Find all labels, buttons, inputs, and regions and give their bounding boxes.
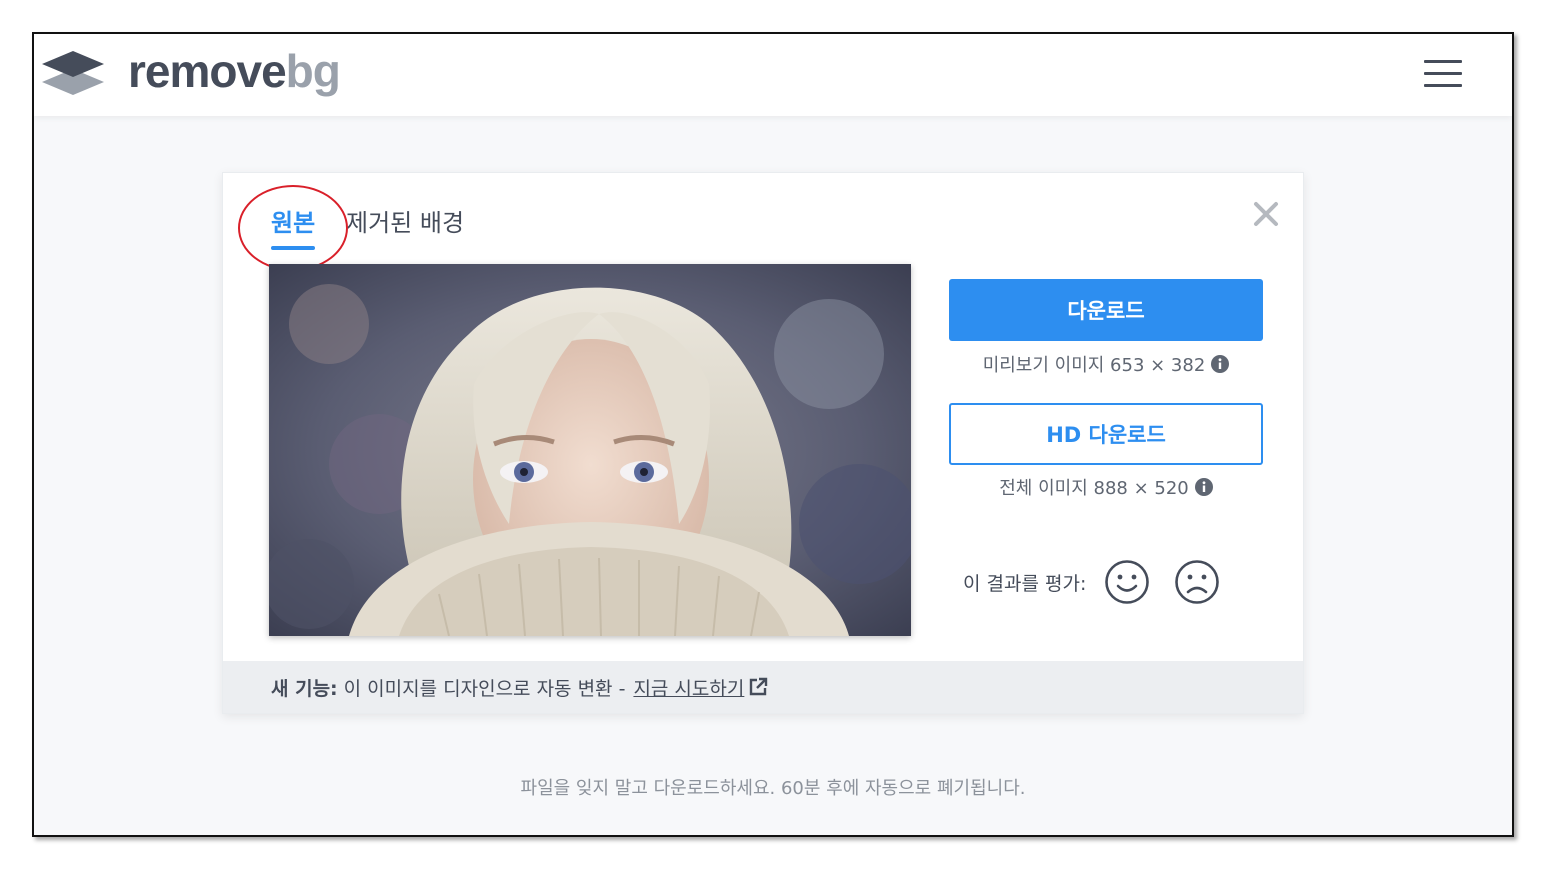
tab-original[interactable]: 원본 [271,203,316,250]
download-button[interactable]: 다운로드 [949,279,1263,341]
new-feature-bar: 새 기능: 이 이미지를 디자인으로 자동 변환 - 지금 시도하기 [223,661,1303,713]
menu-icon[interactable] [1424,58,1464,90]
original-image-preview [269,264,911,636]
full-image-size: 전체 이미지 888 × 520 [999,478,1189,499]
new-feature-text: 이 이미지를 디자인으로 자동 변환 - [343,677,626,700]
logo-wordmark-bg: bg [285,45,341,97]
result-card: 원본 제거된 배경 다운로드 미리보기 이미지 653 × 382 HD 다운로… [222,172,1304,714]
logo[interactable]: removebg [40,45,341,98]
new-feature-label: 새 기능: [271,677,338,700]
info-icon[interactable] [1194,478,1213,496]
preview-image-size: 미리보기 이미지 653 × 382 [982,355,1206,376]
sad-face-icon[interactable] [1174,559,1220,605]
try-now-link[interactable]: 지금 시도하기 [633,674,744,701]
preview-image-info: 미리보기 이미지 653 × 382 [949,351,1263,377]
rating-row: 이 결과를 평가: [963,559,1244,605]
info-icon[interactable] [1211,355,1230,373]
close-icon[interactable] [1251,199,1281,229]
rating-label: 이 결과를 평가: [963,572,1087,595]
external-link-icon[interactable] [748,677,768,697]
navbar: removebg [34,34,1512,116]
smiley-face-icon[interactable] [1104,559,1150,605]
browser-frame: removebg 원본 제거된 배경 다운로드 미리보기 이미지 653 × 3… [32,32,1514,837]
layers-logo-icon [42,51,104,95]
auto-delete-notice: 파일을 잊지 말고 다운로드하세요. 60분 후에 자동으로 폐기됩니다. [520,778,1026,799]
hd-download-button[interactable]: HD 다운로드 [949,403,1263,465]
tab-removed-background[interactable]: 제거된 배경 [346,203,464,238]
logo-wordmark: removebg [128,44,341,98]
logo-wordmark-remove: remove [128,45,287,97]
full-image-info: 전체 이미지 888 × 520 [949,474,1263,500]
